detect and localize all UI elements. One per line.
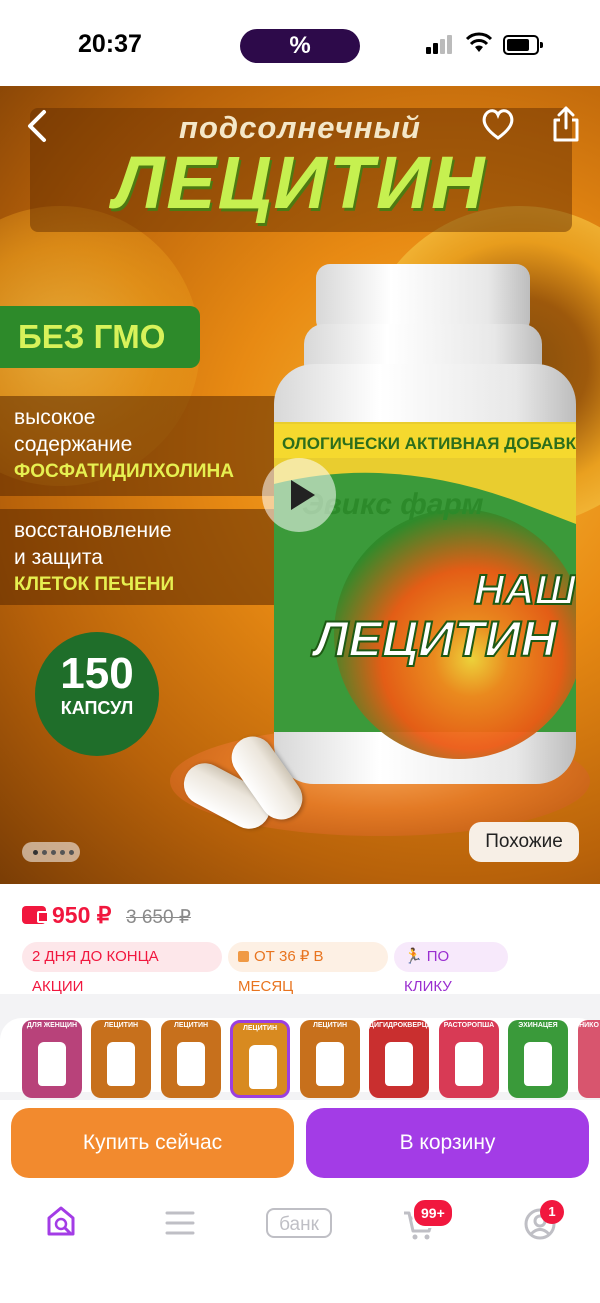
play-video-button[interactable] (262, 458, 336, 532)
installment-badge[interactable]: ОТ 36 ₽ В МЕСЯЦ (228, 942, 388, 995)
svg-text:ЛЕЦИТИН: ЛЕЦИТИН (311, 611, 558, 667)
svg-text:НАШ: НАШ (474, 566, 576, 613)
promo-pill[interactable]: % (240, 29, 360, 63)
current-price: 950 ₽ (52, 902, 112, 928)
hero-title: ЛЕЦИТИН (113, 141, 487, 224)
home-search-icon[interactable] (45, 1204, 77, 1240)
thumbnail-variant[interactable]: ДИГИДРОКВЕРЦЕТИН (369, 1020, 429, 1098)
catalog-menu-icon[interactable] (165, 1210, 195, 1236)
similar-products-button[interactable]: Похожие (469, 822, 579, 862)
one-click-badge[interactable]: 🏃 ПО КЛИКУ (394, 942, 508, 995)
wifi-icon (465, 32, 493, 52)
product-jar-image: ОЛОГИЧЕСКИ АКТИВНАЯ ДОБАВКА Эвикс фарм Н… (274, 264, 576, 784)
thumbnail-variant[interactable]: ЛЕЦИТИН (161, 1020, 221, 1098)
favorite-heart-icon[interactable] (480, 106, 516, 142)
add-to-cart-button[interactable]: В корзину (306, 1108, 589, 1178)
buy-now-button[interactable]: Купить сейчас (11, 1108, 294, 1178)
thumbnail-variant[interactable]: ЛЕЦИТИН (91, 1020, 151, 1098)
bottom-navigation: банк 99+ 1 (0, 1188, 600, 1303)
profile-notification-badge: 1 (540, 1200, 564, 1224)
product-image-gallery[interactable]: подсолнечный ЛЕЦИТИН БЕЗ ГМО высокое сод… (0, 86, 600, 884)
share-icon[interactable] (550, 104, 582, 144)
price-section: 950 ₽ 3 650 ₽ 2 ДНЯ ДО КОНЦА АКЦИИ ОТ 36… (0, 884, 600, 995)
status-bar: 20:37 % (0, 0, 600, 86)
play-icon (291, 480, 315, 510)
thumbnail-variant[interactable]: РАСТОРОПША (439, 1020, 499, 1098)
back-icon[interactable] (22, 108, 52, 144)
thumbnail-variant[interactable]: ДЛЯ ЖЕНЩИН (22, 1020, 82, 1098)
thumbnail-variant-selected[interactable]: ЛЕЦИТИН (230, 1020, 290, 1098)
battery-icon (503, 35, 543, 55)
purchase-actions: Купить сейчас В корзину (0, 1100, 600, 1188)
wallet-icon (22, 906, 49, 924)
installment-icon (238, 951, 249, 962)
gmo-free-badge: БЕЗ ГМО (0, 306, 200, 368)
gallery-pagination-dots (22, 842, 80, 862)
feature-liver-protection: восстановление и защита КЛЕТОК ПЕЧЕНИ (0, 509, 275, 605)
variant-thumbnails: ДЛЯ ЖЕНЩИН ЛЕЦИТИН ЛЕЦИТИН ЛЕЦИТИН ЛЕЦИТ… (0, 994, 600, 1114)
running-person-icon: 🏃 (404, 948, 423, 965)
promo-countdown-badge[interactable]: 2 ДНЯ ДО КОНЦА АКЦИИ (22, 942, 222, 995)
thumbnail-variant[interactable]: ЛЕЦИТИН (300, 1020, 360, 1098)
status-time: 20:37 (78, 30, 142, 58)
cart-count-badge: 99+ (412, 1198, 454, 1228)
thumbnail-variant[interactable]: ЭХИНАЦЕЯ (508, 1020, 568, 1098)
capsule-count-badge: 150 КАПСУЛ (35, 632, 159, 756)
bank-icon[interactable]: банк (266, 1208, 332, 1238)
feature-phosphatidylcholine: высокое содержание ФОСФАТИДИЛХОЛИНА (0, 396, 275, 496)
old-price: 3 650 ₽ (126, 907, 191, 928)
signal-icon (426, 35, 454, 54)
svg-text:ОЛОГИЧЕСКИ АКТИВНАЯ ДОБАВКА: ОЛОГИЧЕСКИ АКТИВНАЯ ДОБАВКА (282, 434, 576, 453)
thumbnail-variant[interactable]: НИКО (578, 1020, 600, 1098)
